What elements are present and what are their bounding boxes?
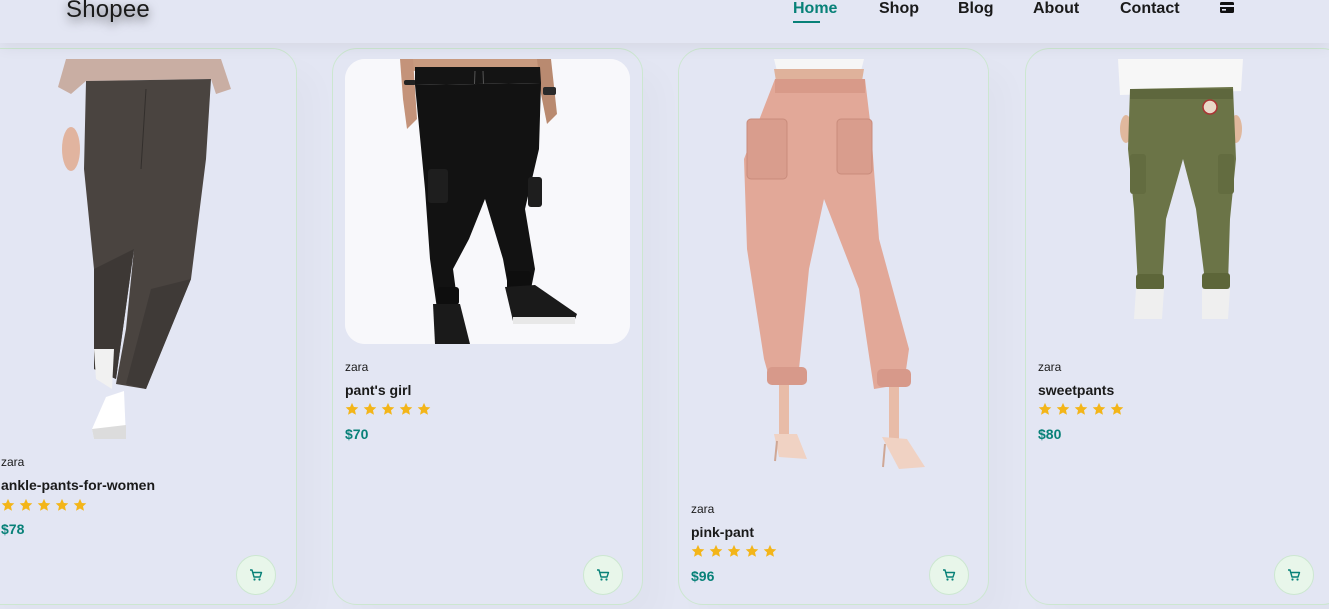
olive-cargo-pants-image (1038, 59, 1323, 344)
product-rating (345, 402, 431, 416)
product-rating (1038, 402, 1124, 416)
pink-jogger-pants-image (679, 49, 988, 481)
star-icon (763, 544, 777, 557)
product-name: pant's girl (345, 382, 412, 398)
nav-shop-label: Shop (879, 0, 919, 17)
product-brand: zara (691, 502, 715, 516)
product-image[interactable] (1038, 59, 1323, 344)
star-icon (727, 544, 741, 557)
logo[interactable]: Shopee (66, 0, 150, 24)
star-icon (399, 402, 413, 415)
product-card-2[interactable]: zara pant's girl $70 (332, 48, 643, 605)
nav-home-label: Home (793, 0, 838, 17)
add-to-cart-button[interactable] (236, 555, 276, 595)
star-icon (1074, 402, 1088, 415)
product-rating (691, 544, 777, 558)
nav-about[interactable]: About (1033, 0, 1079, 18)
header: Shopee Home Shop Blog About Contact (0, 0, 1329, 43)
nav-blog[interactable]: Blog (958, 0, 994, 18)
product-card-1[interactable]: zara ankle-pants-for-women $78 (0, 48, 297, 605)
add-to-cart-button[interactable] (1274, 555, 1314, 595)
black-cargo-joggers-image (345, 59, 630, 344)
cart-icon (597, 569, 610, 581)
star-icon (1092, 402, 1106, 415)
star-icon (417, 402, 431, 415)
product-name: ankle-pants-for-women (1, 477, 156, 493)
product-name: pink-pant (691, 524, 754, 540)
product-price: $70 (345, 426, 369, 442)
star-icon (345, 402, 359, 415)
product-image[interactable] (0, 49, 296, 441)
product-price: $78 (1, 521, 25, 537)
nav-home[interactable]: Home (793, 0, 838, 23)
product-brand: zara (1, 455, 25, 469)
product-card-3[interactable]: zara pink-pant $96 (678, 48, 989, 605)
cart-icon (943, 569, 956, 581)
product-name: sweetpants (1038, 382, 1115, 398)
product-price: $80 (1038, 426, 1062, 442)
add-to-cart-button[interactable] (929, 555, 969, 595)
product-price: $96 (691, 568, 715, 584)
star-icon (709, 544, 723, 557)
star-icon (1038, 402, 1052, 415)
product-brand: zara (1038, 360, 1062, 374)
product-image[interactable] (679, 49, 988, 481)
dark-grey-ankle-pants-image (0, 49, 296, 441)
star-icon (1110, 402, 1124, 415)
star-icon (381, 402, 395, 415)
active-underline (793, 21, 820, 23)
product-image[interactable] (345, 59, 630, 344)
nav-blog-label: Blog (958, 0, 994, 17)
cart-icon (1288, 569, 1301, 581)
add-to-cart-button[interactable] (583, 555, 623, 595)
product-card-4[interactable]: zara sweetpants $80 (1025, 48, 1329, 605)
page: Shopee Home Shop Blog About Contact zara… (0, 0, 1329, 609)
nav-contact[interactable]: Contact (1120, 0, 1180, 18)
star-icon (745, 544, 759, 557)
nav-shop[interactable]: Shop (879, 0, 919, 18)
star-icon (691, 544, 705, 557)
cart-icon (250, 569, 263, 581)
star-icon (1056, 402, 1070, 415)
star-icon (37, 498, 51, 511)
product-brand: zara (345, 360, 369, 374)
star-icon (1, 498, 15, 511)
star-icon (19, 498, 33, 511)
star-icon (55, 498, 69, 511)
product-rating (1, 498, 87, 512)
nav-contact-label: Contact (1120, 0, 1180, 17)
star-icon (73, 498, 87, 511)
cart-icon[interactable] (1220, 1, 1234, 13)
star-icon (363, 402, 377, 415)
nav-about-label: About (1033, 0, 1080, 17)
